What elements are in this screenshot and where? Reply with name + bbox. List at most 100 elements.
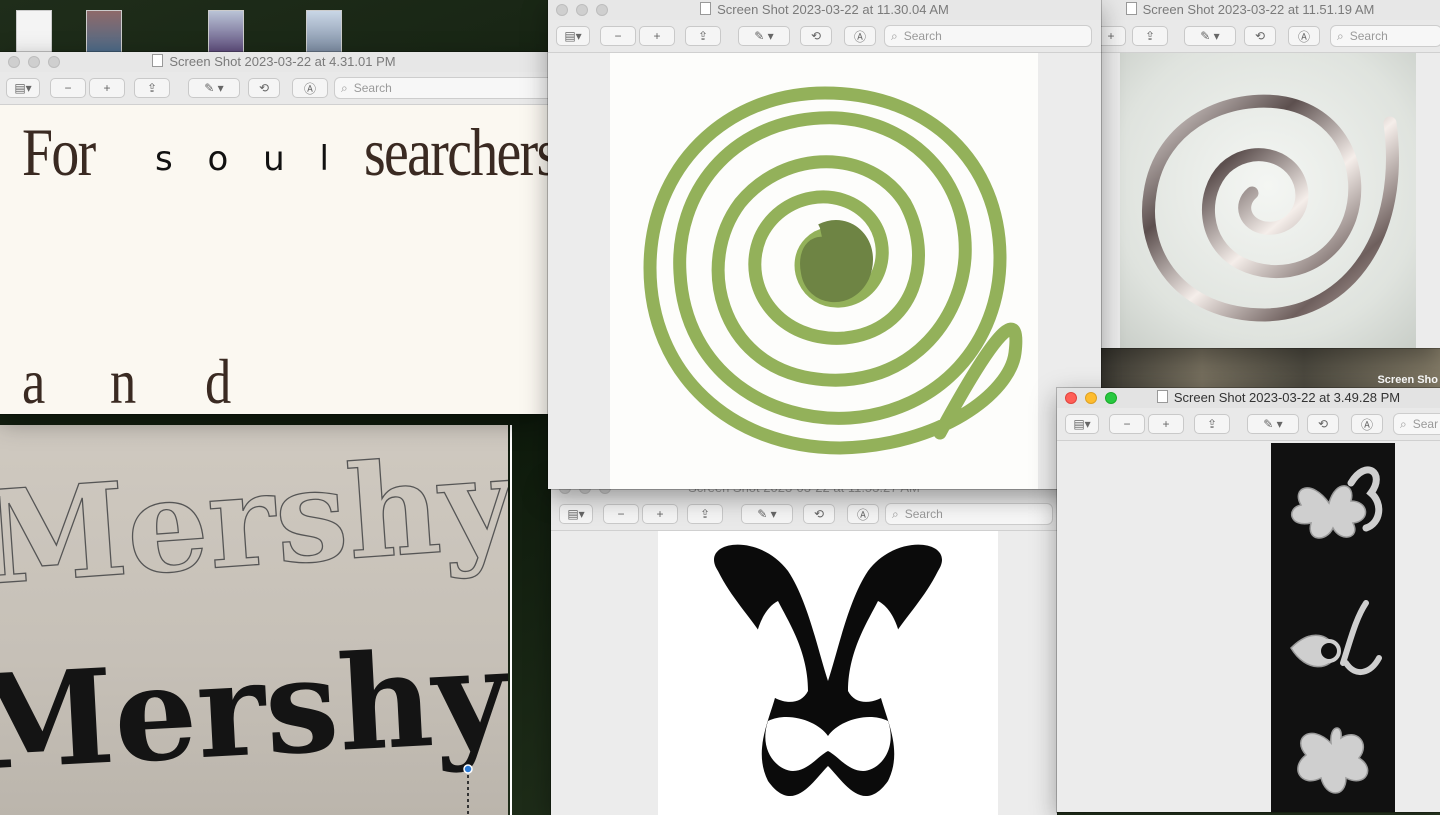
zoom-button[interactable] — [1105, 392, 1117, 404]
sidebar-toggle-button[interactable]: ▤▾ — [6, 78, 40, 98]
mershy-photo: Mershy Mershy — [0, 425, 512, 815]
markup-button[interactable]: ✎ ▾ — [188, 78, 240, 98]
sidebar-toggle-button[interactable]: ▤▾ — [1065, 414, 1099, 434]
annotate-button[interactable]: Ⓐ — [844, 26, 876, 46]
rock-photo-strip: Screen Sho — [1100, 348, 1440, 388]
desktop-image-icon[interactable] — [208, 10, 244, 54]
sidebar-toggle-button[interactable]: ▤▾ — [559, 504, 593, 524]
minimize-button[interactable] — [28, 56, 40, 68]
desktop-label: Screen Sho — [1377, 374, 1438, 386]
text-for: For — [22, 114, 96, 190]
document-icon — [700, 2, 712, 15]
window-title: Screen Shot 2023-03-22 at 11.30.04 AM — [717, 2, 949, 17]
zoom-button[interactable] — [48, 56, 60, 68]
window-titlebar[interactable]: Screen Shot 2023-03-22 at 4.31.01 PM — [0, 52, 548, 72]
chrome-spiral — [1142, 94, 1399, 322]
desktop-file-icon[interactable] — [16, 10, 52, 54]
search-icon: ⌕ — [1337, 28, 1344, 43]
search-placeholder: Search — [353, 81, 392, 95]
image-canvas — [548, 53, 1101, 489]
window-titlebar[interactable]: Screen Shot 2023-03-22 at 11.30.04 AM — [548, 0, 1101, 20]
rotate-button[interactable]: ⟲ — [1307, 414, 1339, 434]
search-placeholder: Sear — [1412, 417, 1439, 431]
minimize-button[interactable] — [576, 4, 588, 16]
silver-shapes — [1290, 466, 1383, 794]
close-button[interactable] — [1065, 392, 1077, 404]
mershy-lettering: Mershy Mershy — [0, 427, 508, 815]
markup-button[interactable]: ✎ ▾ — [1247, 414, 1299, 434]
annotate-button[interactable]: Ⓐ — [1288, 26, 1320, 46]
preview-window-11-30[interactable]: Screen Shot 2023-03-22 at 11.30.04 AM ▤▾… — [548, 0, 1101, 489]
image-canvas: For s o u l searchers a n d — [0, 105, 548, 414]
text-n: n — [110, 346, 137, 414]
markup-button[interactable]: ✎ ▾ — [738, 26, 790, 46]
rotate-button[interactable]: ⟲ — [803, 504, 835, 524]
annotate-button[interactable]: Ⓐ — [292, 78, 328, 98]
text-soul: s o u l — [155, 139, 341, 179]
minimize-button[interactable] — [1085, 392, 1097, 404]
search-field[interactable]: ⌕ Search — [334, 77, 548, 99]
toolbar: + ⇪ ✎ ▾ ⟲ Ⓐ ⌕ Search — [1060, 20, 1440, 53]
zoom-button[interactable] — [596, 4, 608, 16]
zoom-in-button[interactable]: + — [639, 26, 675, 46]
search-field[interactable]: ⌕ Sear — [1393, 413, 1440, 435]
annotate-button[interactable]: Ⓐ — [1351, 414, 1383, 434]
toolbar: ▤▾ − + ⇪ ✎ ▾ ⟲ Ⓐ ⌕ Sear — [1057, 408, 1440, 441]
zoom-in-button[interactable]: + — [1148, 414, 1184, 434]
annotate-button[interactable]: Ⓐ — [847, 504, 879, 524]
toolbar: ▤▾ − + ⇪ ✎ ▾ ⟲ Ⓐ ⌕ Search — [0, 72, 548, 105]
document-icon — [1156, 390, 1168, 403]
preview-window-11-53[interactable]: Screen Shot 2023-03-22 at 11.53.27 AM ▤▾… — [551, 478, 1057, 815]
search-field[interactable]: ⌕ Search — [1330, 25, 1440, 47]
window-titlebar[interactable]: Screen Shot 2023-03-22 at 11.51.19 AM — [1060, 0, 1440, 20]
zoom-out-button[interactable]: − — [603, 504, 639, 524]
share-button[interactable]: ⇪ — [1194, 414, 1230, 434]
window-titlebar[interactable]: Screen Shot 2023-03-22 at 3.49.28 PM — [1057, 388, 1440, 408]
share-button[interactable]: ⇪ — [685, 26, 721, 46]
butterfly-shape — [714, 544, 942, 797]
sidebar-toggle-button[interactable]: ▤▾ — [556, 26, 590, 46]
markup-button[interactable]: ✎ ▾ — [741, 504, 793, 524]
search-icon: ⌕ — [892, 506, 899, 521]
zoom-out-button[interactable]: − — [1109, 414, 1145, 434]
close-button[interactable] — [556, 4, 568, 16]
window-title: Screen Shot 2023-03-22 at 11.51.19 AM — [1142, 2, 1375, 17]
search-field[interactable]: ⌕ Search — [884, 25, 1092, 47]
desktop-image-icon[interactable] — [86, 10, 122, 54]
rotate-button[interactable]: ⟲ — [1244, 26, 1276, 46]
share-button[interactable]: ⇪ — [134, 78, 170, 98]
desktop-image-icon[interactable] — [306, 10, 342, 54]
share-button[interactable]: ⇪ — [1132, 26, 1168, 46]
text-d: d — [205, 346, 232, 414]
zoom-out-button[interactable]: − — [50, 78, 86, 98]
search-placeholder: Search — [904, 507, 943, 521]
preview-window-11-51[interactable]: Screen Shot 2023-03-22 at 11.51.19 AM + … — [1060, 0, 1440, 348]
mershy-solid-text: Mershy — [0, 619, 508, 800]
rotate-button[interactable]: ⟲ — [800, 26, 832, 46]
zoom-in-button[interactable]: + — [89, 78, 125, 98]
image-canvas — [1060, 53, 1440, 348]
image-canvas — [1057, 441, 1440, 812]
toolbar: ▤▾ − + ⇪ ✎ ▾ ⟲ Ⓐ ⌕ Search — [551, 498, 1057, 531]
document-icon — [152, 54, 164, 67]
document-icon — [1125, 2, 1137, 15]
preview-window-3-49[interactable]: Screen Shot 2023-03-22 at 3.49.28 PM ▤▾ … — [1057, 388, 1440, 812]
search-placeholder: Search — [903, 29, 942, 43]
search-field[interactable]: ⌕ Search — [885, 503, 1053, 525]
share-button[interactable]: ⇪ — [687, 504, 723, 524]
rotate-button[interactable]: ⟲ — [248, 78, 280, 98]
preview-window-4-31[interactable]: Screen Shot 2023-03-22 at 4.31.01 PM ▤▾ … — [0, 52, 548, 414]
search-icon: ⌕ — [891, 28, 898, 43]
zoom-in-button[interactable]: + — [642, 504, 678, 524]
mershy-outline-text: Mershy — [0, 427, 508, 614]
window-title: Screen Shot 2023-03-22 at 3.49.28 PM — [1173, 390, 1401, 405]
zoom-out-button[interactable]: − — [600, 26, 636, 46]
markup-button[interactable]: ✎ ▾ — [1184, 26, 1236, 46]
text-a: a — [22, 346, 46, 414]
image-canvas — [551, 531, 1057, 815]
toolbar: ▤▾ − + ⇪ ✎ ▾ ⟲ Ⓐ ⌕ Search — [548, 20, 1101, 53]
close-button[interactable] — [8, 56, 20, 68]
text-searchers: searchers — [364, 114, 548, 190]
window-title: Screen Shot 2023-03-22 at 4.31.01 PM — [169, 54, 396, 69]
search-icon: ⌕ — [341, 80, 348, 95]
